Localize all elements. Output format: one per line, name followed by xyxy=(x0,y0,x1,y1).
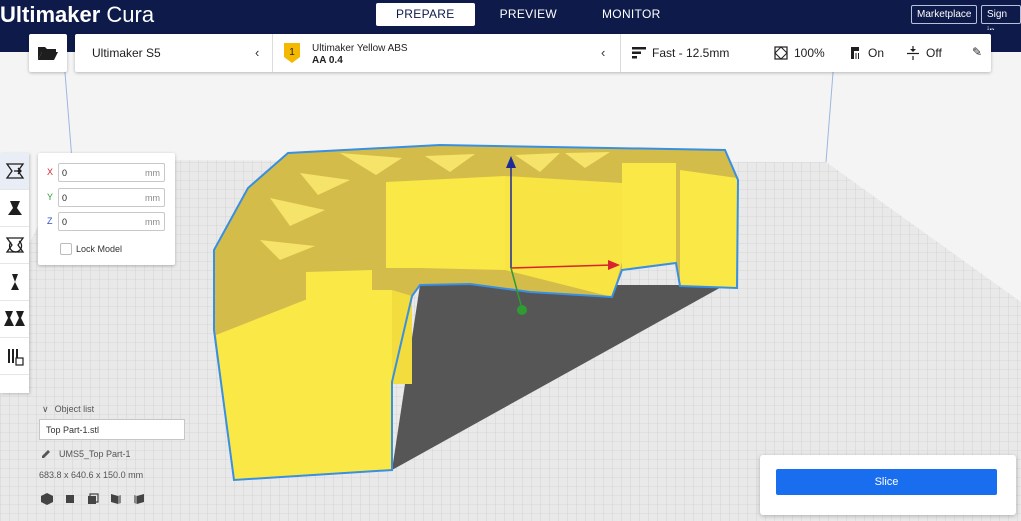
slice-button[interactable]: Slice xyxy=(776,469,997,495)
x-axis-row: X 0 mm xyxy=(47,163,167,183)
move-tool-button[interactable] xyxy=(0,153,29,190)
pencil-icon[interactable]: ✎ xyxy=(972,45,982,59)
printer-name: Ultimaker S5 xyxy=(92,46,161,60)
support-blocker-icon xyxy=(7,349,24,366)
chevron-down-icon: ∨ xyxy=(42,404,49,414)
move-tool-icon xyxy=(5,163,24,179)
object-list-label: Object list xyxy=(54,404,95,414)
lock-model-checkbox[interactable] xyxy=(60,243,72,255)
app-header: Ultimaker Cura PREPARE PREVIEW MONITOR M… xyxy=(0,0,1021,37)
object-list-item[interactable]: Top Part-1.stl xyxy=(39,419,185,440)
adhesion-label: Off xyxy=(926,46,942,60)
x-position-input[interactable]: 0 mm xyxy=(58,163,165,182)
extruder-number: 1 xyxy=(289,47,295,58)
material-selector[interactable]: 1 Ultimaker Yellow ABS AA 0.4 ‹ xyxy=(274,34,621,72)
profile-label: Fast - 12.5mm xyxy=(652,46,730,60)
support-blocker-button[interactable] xyxy=(0,338,29,375)
chevron-left-icon: ‹ xyxy=(255,45,260,60)
infill-label: 100% xyxy=(794,46,825,60)
scene-graphics xyxy=(0,52,1021,521)
x-axis-label: X xyxy=(47,167,54,177)
sign-in-button[interactable]: Sign in xyxy=(981,5,1021,37)
view-left-icon[interactable] xyxy=(110,492,122,504)
stage-tabs: PREPARE PREVIEW MONITOR xyxy=(376,3,686,26)
z-axis-label: Z xyxy=(47,216,53,226)
job-name: UMS5_Top Part-1 xyxy=(59,449,131,459)
view-front-icon[interactable] xyxy=(64,492,76,504)
support-icon xyxy=(851,47,859,59)
view-right-icon[interactable] xyxy=(133,492,145,504)
z-unit: mm xyxy=(145,217,160,227)
scale-tool-button[interactable] xyxy=(0,190,29,227)
mirror-tool-button[interactable] xyxy=(0,264,29,301)
infill-icon xyxy=(774,46,788,60)
z-value: 0 xyxy=(62,217,68,227)
profile-indicator: Fast - 12.5mm xyxy=(632,45,729,61)
camera-view-buttons xyxy=(41,492,156,505)
per-model-settings-icon xyxy=(3,311,25,326)
material-name: Ultimaker Yellow ABS xyxy=(312,43,408,54)
mirror-tool-icon xyxy=(10,274,19,290)
adhesion-indicator: Off xyxy=(906,45,942,61)
model-dimensions: 683.8 x 640.6 x 150.0 mm xyxy=(39,470,144,480)
nozzle-size: AA 0.4 xyxy=(312,55,343,66)
y-axis-row: Y 0 mm xyxy=(47,188,167,208)
view-3d-icon[interactable] xyxy=(41,492,53,505)
support-label: On xyxy=(868,46,885,60)
per-model-settings-button[interactable] xyxy=(0,301,29,338)
extruder-badge-icon: 1 xyxy=(284,43,300,63)
y-unit: mm xyxy=(145,193,160,203)
profile-icon xyxy=(632,47,646,59)
z-position-input[interactable]: 0 mm xyxy=(58,212,165,231)
infill-indicator: 100% xyxy=(774,45,825,61)
action-panel: Slice xyxy=(760,455,1016,515)
tab-prepare[interactable]: PREPARE xyxy=(376,3,475,26)
chevron-left-icon: ‹ xyxy=(601,45,606,60)
support-indicator: On xyxy=(848,45,884,61)
x-unit: mm xyxy=(145,168,160,178)
marketplace-button[interactable]: Marketplace xyxy=(911,5,978,24)
rotate-tool-icon xyxy=(5,237,24,253)
scale-tool-icon xyxy=(7,201,22,215)
stage-menu-bar: Ultimaker S5 ‹ 1 Ultimaker Yellow ABS AA… xyxy=(75,34,991,72)
tab-preview[interactable]: PREVIEW xyxy=(480,3,577,26)
object-list-toggle[interactable]: ∨ Object list xyxy=(42,404,94,415)
app-logo: Ultimaker Cura xyxy=(0,2,154,28)
printer-selector[interactable]: Ultimaker S5 ‹ xyxy=(75,34,273,72)
z-axis-row: Z 0 mm xyxy=(47,212,167,232)
y-position-input[interactable]: 0 mm xyxy=(58,188,165,207)
pencil-icon xyxy=(42,450,50,458)
brand-bold: Ultimaker xyxy=(0,2,101,27)
y-value: 0 xyxy=(62,193,68,203)
tab-monitor[interactable]: MONITOR xyxy=(582,3,681,26)
y-axis-label: Y xyxy=(47,192,54,202)
view-top-icon[interactable] xyxy=(87,492,99,504)
viewport-3d[interactable] xyxy=(0,52,1021,521)
print-settings-selector[interactable]: Fast - 12.5mm 100% On Off ✎ xyxy=(622,34,991,72)
lock-model-label: Lock Model xyxy=(76,244,123,254)
brand-light: Cura xyxy=(106,2,155,27)
move-tool-panel: X 0 mm Y 0 mm Z 0 mm Lock Model xyxy=(38,153,175,265)
x-value: 0 xyxy=(62,168,68,178)
adhesion-icon xyxy=(907,46,919,60)
job-name-row[interactable]: UMS5_Top Part-1 xyxy=(41,449,131,459)
open-file-button[interactable] xyxy=(29,34,67,72)
object-file-name: Top Part-1.stl xyxy=(46,425,100,435)
folder-open-icon xyxy=(38,47,58,60)
rotate-tool-button[interactable] xyxy=(0,227,29,264)
tool-rail xyxy=(0,153,29,393)
